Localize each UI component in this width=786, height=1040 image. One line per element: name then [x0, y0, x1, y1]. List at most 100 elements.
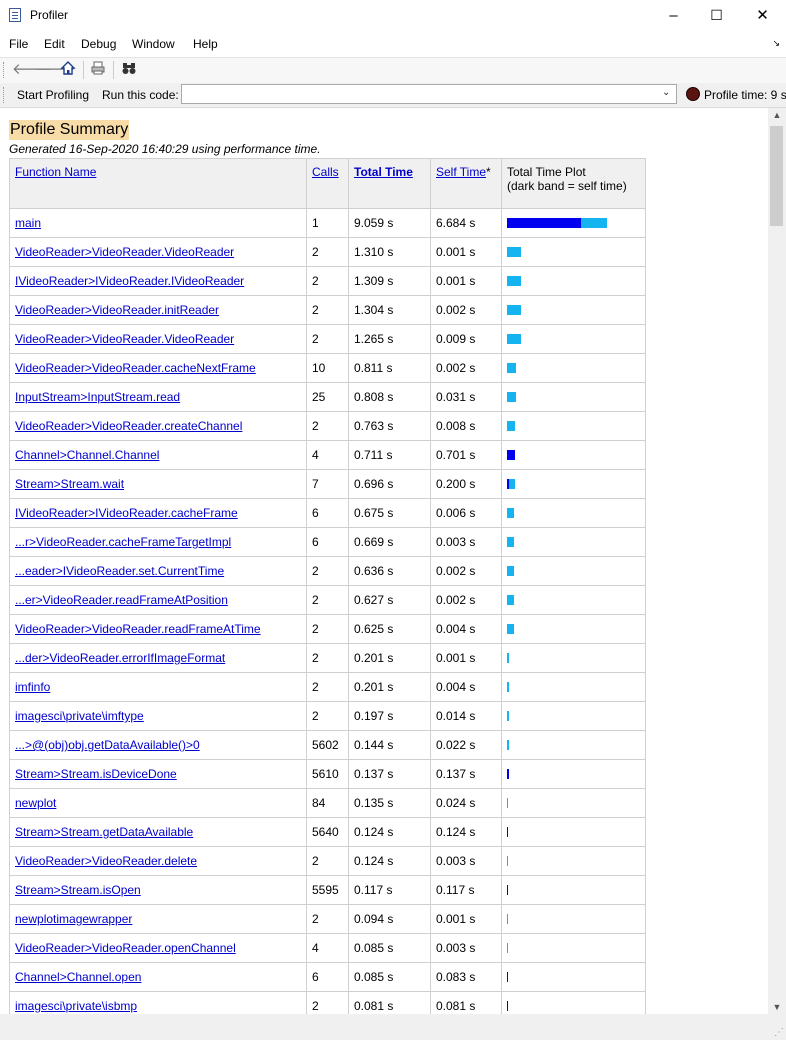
scroll-down-icon[interactable]: ▼ [768, 1002, 786, 1012]
function-link[interactable]: newplot [15, 796, 56, 810]
menu-debug[interactable]: Debug [81, 37, 116, 51]
function-link[interactable]: VideoReader>VideoReader.delete [15, 854, 197, 868]
function-link[interactable]: imfinfo [15, 680, 50, 694]
col-function-name[interactable]: Function Name [9, 158, 307, 209]
function-link[interactable]: Stream>Stream.isOpen [15, 883, 141, 897]
menu-file[interactable]: File [9, 37, 28, 51]
calls-value: 2 [312, 593, 319, 607]
self-time-cell: 0.022 s [430, 730, 502, 760]
function-link[interactable]: VideoReader>VideoReader.VideoReader [15, 245, 234, 259]
run-bar: Start Profiling Run this code: ⌄ Profile… [0, 83, 786, 108]
function-link[interactable]: IVideoReader>IVideoReader.IVideoReader [15, 274, 244, 288]
function-link[interactable]: VideoReader>VideoReader.openChannel [15, 941, 236, 955]
menu-edit[interactable]: Edit [44, 37, 65, 51]
maximize-button[interactable]: ☐ [694, 0, 739, 31]
time-plot-cell [501, 904, 646, 934]
col-calls[interactable]: Calls [306, 158, 349, 209]
total-time-cell: 0.669 s [348, 527, 431, 557]
function-link[interactable]: ...der>VideoReader.errorIfImageFormat [15, 651, 225, 665]
function-link[interactable]: VideoReader>VideoReader.VideoReader [15, 332, 234, 346]
calls-cell: 2 [306, 614, 349, 644]
function-link[interactable]: imagesci\private\imftype [15, 709, 144, 723]
col-total-time[interactable]: Total Time [348, 158, 431, 209]
self-time-value: 0.006 s [436, 506, 476, 520]
function-link[interactable]: Stream>Stream.isDeviceDone [15, 767, 177, 781]
total-time-cell: 0.094 s [348, 904, 431, 934]
function-link[interactable]: ...er>VideoReader.readFrameAtPosition [15, 593, 228, 607]
total-time-band [507, 334, 521, 344]
function-name-cell: ...eader>IVideoReader.set.CurrentTime [9, 556, 307, 586]
function-link[interactable]: imagesci\private\isbmp [15, 999, 137, 1013]
time-plot-bar [507, 392, 645, 402]
print-icon[interactable] [88, 60, 108, 80]
function-link[interactable]: ...eader>IVideoReader.set.CurrentTime [15, 564, 224, 578]
total-time-value: 0.201 s [354, 680, 394, 694]
function-name-cell: InputStream>InputStream.read [9, 382, 307, 412]
function-link[interactable]: ...>@(obj)obj.getDataAvailable()>0 [15, 738, 200, 752]
self-time-value: 0.008 s [436, 419, 476, 433]
close-button[interactable]: ✕ [740, 0, 785, 31]
time-plot-cell [501, 962, 646, 992]
function-link[interactable]: IVideoReader>IVideoReader.cacheFrame [15, 506, 238, 520]
scroll-up-icon[interactable]: ▲ [768, 110, 786, 120]
scroll-thumb[interactable] [770, 126, 783, 226]
self-time-cell: 0.001 s [430, 643, 502, 673]
function-link[interactable]: Channel>Channel.open [15, 970, 141, 984]
runbar-grip[interactable] [3, 87, 7, 103]
function-link[interactable]: VideoReader>VideoReader.readFrameAtTime [15, 622, 261, 636]
time-plot-bar [507, 305, 645, 315]
function-name-header[interactable]: Function Name [15, 165, 96, 179]
self-time-cell: 0.031 s [430, 382, 502, 412]
table-row: Channel>Channel.open 6 0.085 s 0.083 s [9, 962, 646, 992]
vertical-scrollbar[interactable]: ▲ ▼ [768, 108, 786, 1014]
menu-window[interactable]: Window [132, 37, 175, 51]
function-link[interactable]: VideoReader>VideoReader.createChannel [15, 419, 242, 433]
calls-cell: 4 [306, 933, 349, 963]
self-time-cell: 0.002 s [430, 295, 502, 325]
self-time-value: 0.001 s [436, 245, 476, 259]
table-row: IVideoReader>IVideoReader.cacheFrame 6 0.6… [9, 498, 646, 528]
total-time-header[interactable]: Total Time [354, 165, 413, 179]
calls-value: 2 [312, 245, 319, 259]
col-self-time[interactable]: Self Time* [430, 158, 502, 209]
function-name-cell: ...er>VideoReader.readFrameAtPosition [9, 585, 307, 615]
calls-header[interactable]: Calls [312, 165, 339, 179]
profile-time-label: Profile time: 9 s [704, 88, 786, 102]
resize-grip-icon[interactable]: ⋰ [774, 1027, 784, 1038]
self-time-cell: 0.200 s [430, 469, 502, 499]
self-time-band [507, 769, 509, 779]
minimize-button[interactable]: – [651, 0, 696, 31]
calls-cell: 84 [306, 788, 349, 818]
function-link[interactable]: main [15, 216, 41, 230]
function-link[interactable]: Stream>Stream.wait [15, 477, 124, 491]
toolbar: 🡐 🡒 [0, 57, 786, 84]
menu-help[interactable]: Help [193, 37, 218, 51]
self-time-value: 0.014 s [436, 709, 476, 723]
function-link[interactable]: Stream>Stream.getDataAvailable [15, 825, 193, 839]
home-icon[interactable] [58, 60, 78, 80]
function-link[interactable]: VideoReader>VideoReader.cacheNextFrame [15, 361, 256, 375]
total-time-value: 0.696 s [354, 477, 394, 491]
function-name-cell: VideoReader>VideoReader.openChannel [9, 933, 307, 963]
self-time-header[interactable]: Self Time [436, 165, 486, 179]
back-arrow-icon[interactable]: 🡐 [12, 60, 52, 80]
undock-icon[interactable]: ↘ [772, 38, 780, 49]
find-binoculars-icon[interactable] [119, 60, 139, 80]
function-link[interactable]: Channel>Channel.Channel [15, 448, 159, 462]
function-link[interactable]: VideoReader>VideoReader.initReader [15, 303, 219, 317]
total-time-cell: 0.085 s [348, 962, 431, 992]
self-time-value: 0.024 s [436, 796, 476, 810]
chevron-down-icon[interactable]: ⌄ [662, 87, 670, 98]
start-profiling-button[interactable]: Start Profiling [17, 88, 89, 102]
self-time-cell: 6.684 s [430, 208, 502, 238]
run-code-input[interactable] [181, 84, 677, 104]
time-plot-bar [507, 885, 645, 895]
function-name-cell: Stream>Stream.getDataAvailable [9, 817, 307, 847]
function-link[interactable]: InputStream>InputStream.read [15, 390, 180, 404]
function-link[interactable]: ...r>VideoReader.cacheFrameTargetImpl [15, 535, 231, 549]
function-link[interactable]: newplotimagewrapper [15, 912, 132, 926]
window-title: Profiler [30, 8, 69, 22]
toolbar-grip[interactable] [3, 62, 7, 78]
forward-arrow-icon[interactable]: 🡒 [35, 60, 75, 80]
calls-value: 10 [312, 361, 326, 375]
